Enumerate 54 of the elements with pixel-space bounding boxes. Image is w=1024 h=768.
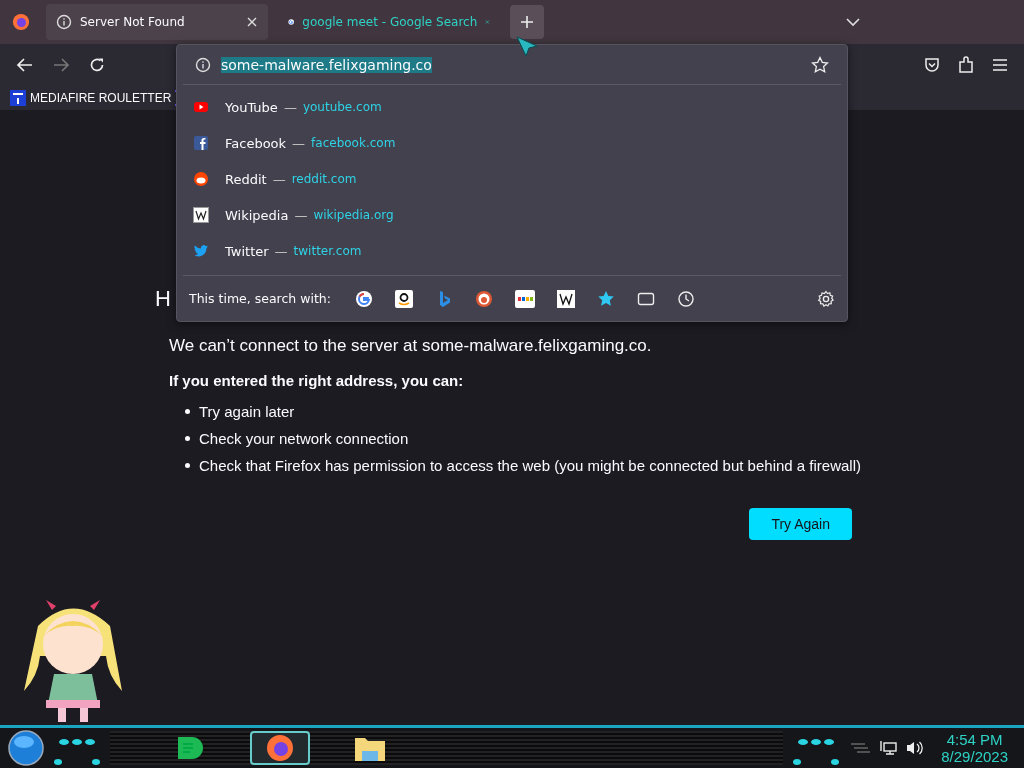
suggestion-item[interactable]: Wikipedia — wikipedia.org <box>183 197 841 234</box>
bullet-icon <box>185 409 190 414</box>
bullet-icon <box>185 436 190 441</box>
bullet-icon <box>185 463 190 468</box>
back-icon[interactable] <box>16 56 34 74</box>
ebay-icon <box>514 289 535 308</box>
chevron-down-icon[interactable] <box>846 17 860 27</box>
reload-icon[interactable] <box>88 56 106 74</box>
suggestion-item[interactable]: Facebook — facebook.com <box>183 125 841 162</box>
firefox-icon[interactable] <box>12 13 30 31</box>
menu-icon[interactable] <box>992 58 1008 72</box>
error-message: We can’t connect to the server at some-malware.felixgaming.co. <box>169 336 653 356</box>
amazon-icon <box>394 289 413 308</box>
clock-icon <box>676 289 695 308</box>
list-item-text: Check your network connection <box>199 430 409 447</box>
bookmark-link[interactable]: MEDIAFIRE ROULETTER <box>10 90 172 106</box>
pocket-icon[interactable] <box>924 57 940 73</box>
browser-tab[interactable]: google meet - Google Search <box>278 4 500 40</box>
browser-tab[interactable]: Server Not Found <box>46 4 268 40</box>
reddit-icon <box>193 171 209 188</box>
notes-app-icon <box>175 734 205 762</box>
firefox-icon <box>265 733 295 763</box>
plus-icon <box>520 15 534 29</box>
duck-icon <box>474 289 493 308</box>
info-icon <box>56 14 72 30</box>
facebook-icon <box>193 135 209 152</box>
wikipedia-icon <box>193 207 209 224</box>
error-title: H <box>155 286 172 313</box>
wikipedia-icon <box>556 289 575 308</box>
star-icon[interactable] <box>811 55 829 74</box>
suggestion-item[interactable]: Reddit — reddit.com <box>183 161 841 198</box>
cursor-icon <box>516 36 538 58</box>
puzzle-icon[interactable] <box>958 56 974 74</box>
forward-icon[interactable] <box>52 56 70 74</box>
list-item-text: Try again later <box>199 403 295 420</box>
new-tab-button[interactable] <box>510 5 544 39</box>
search-with-label: This time, search with: <box>189 291 331 307</box>
bookmark-favicon-icon <box>10 90 26 106</box>
clock-date[interactable]: 8/29/2023 <box>941 748 1008 765</box>
volume-icon[interactable] <box>905 740 924 756</box>
taskbar-app-button[interactable] <box>250 731 310 765</box>
try-again-button[interactable]: Try Again <box>749 508 852 540</box>
list-item-text: Check that Firefox has permission to access the web (you might be connected but behind a firewall) <box>199 457 861 474</box>
suggestion-item[interactable]: Twitter — twitter.com <box>183 233 841 270</box>
start-orb-icon[interactable] <box>8 730 44 766</box>
error-subtitle: If you entered the right address, you can: <box>169 372 465 389</box>
close-icon[interactable] <box>246 16 258 28</box>
google-icon <box>354 289 373 308</box>
settings-icon[interactable] <box>817 289 835 308</box>
info-icon[interactable] <box>195 56 211 73</box>
star-icon <box>596 289 615 308</box>
clock-time[interactable]: 4:54 PM <box>946 731 1003 748</box>
suggestion-item[interactable]: YouTube — youtube.com <box>183 89 841 126</box>
network-icon[interactable] <box>879 740 898 756</box>
